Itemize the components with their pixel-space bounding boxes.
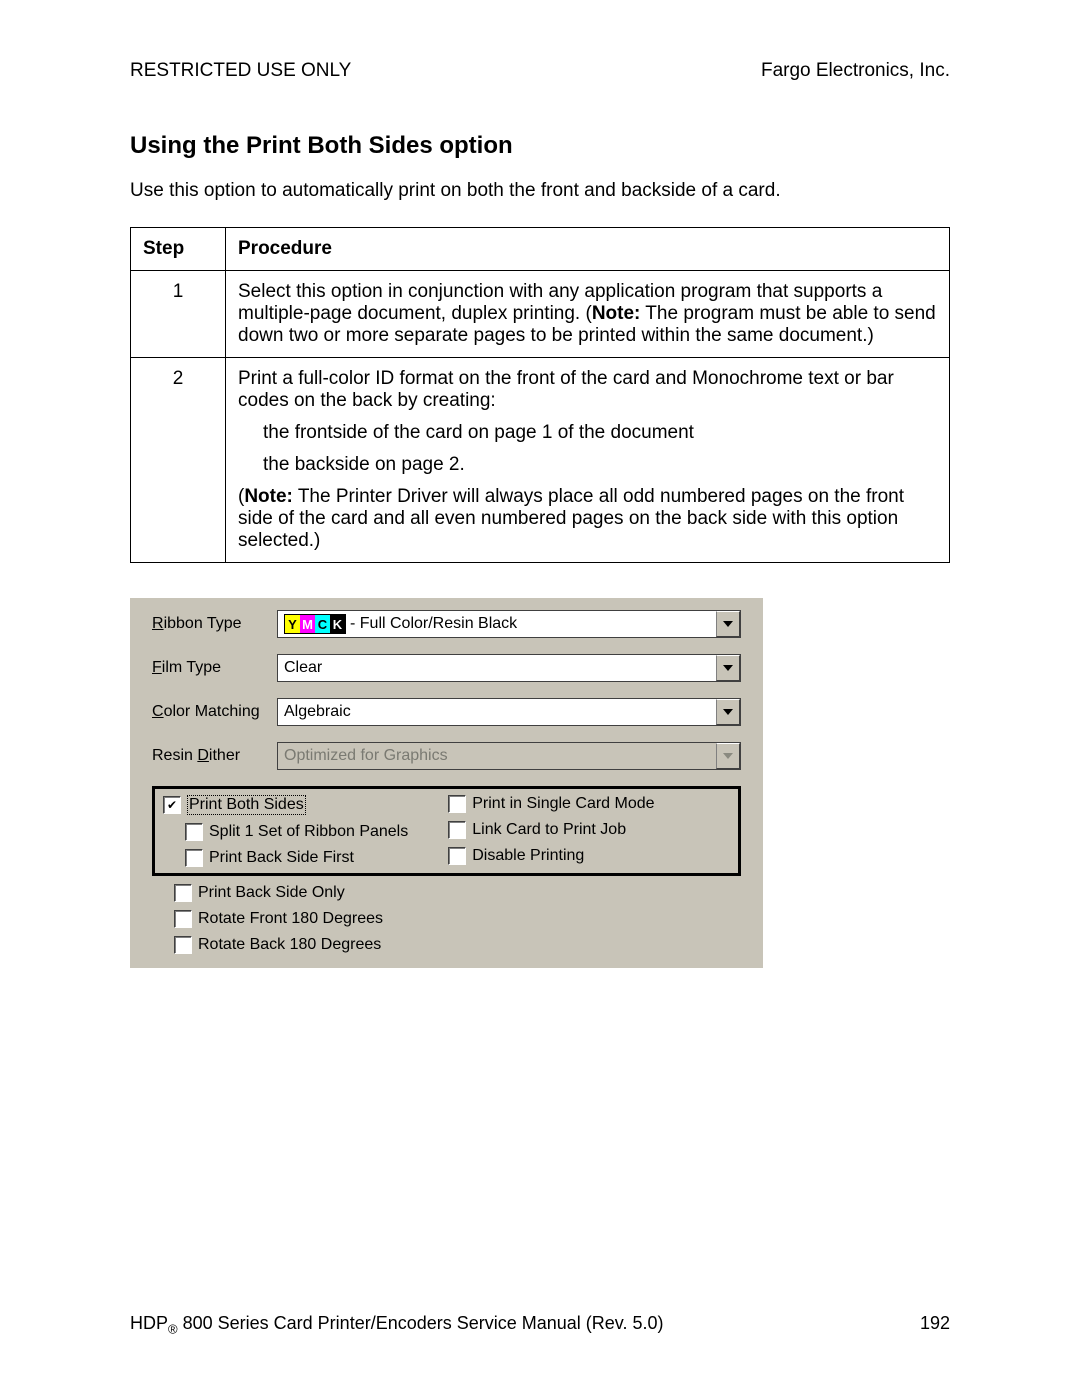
step-number: 1 [131,271,226,358]
color-matching-label: Color Matching [152,703,277,721]
header-left: RESTRICTED USE ONLY [130,60,351,82]
label-text: ilm Type [162,659,221,676]
label-text: Link Card to Print Job [472,821,626,839]
note-label: Note: [592,303,641,324]
checkbox-icon [448,795,466,813]
print-back-side-only-checkbox[interactable]: Print Back Side Only [174,884,741,902]
label-text: Rot [198,936,223,953]
checkbox-icon [174,936,192,954]
table-row: 2 Print a full-color ID format on the fr… [131,358,950,563]
page-number: 192 [920,1313,950,1337]
accel-char: e [236,910,245,927]
accel-char: a [223,936,232,953]
label-text: Rotat [198,910,236,927]
print-both-sides-checkbox[interactable]: ✔ Print Both Sides [163,795,408,815]
chevron-down-icon[interactable] [716,699,740,725]
label-text: ither [209,747,240,764]
label-text: ibbon Type [164,615,242,632]
resin-dither-label: Resin Dither [152,747,277,765]
accel-char: R [152,615,164,632]
label-text: rint Both Sides [200,796,304,813]
checkbox-icon [448,821,466,839]
footer-left: HDP® 800 Series Card Printer/Encoders Se… [130,1313,664,1337]
label-text: te Back 180 Degrees [232,936,381,953]
print-single-card-mode-checkbox[interactable]: Print in Single Card Mode [448,795,654,813]
ymck-k: K [330,615,345,633]
proc-bullet: the frontside of the card on page 1 of t… [238,422,937,444]
chevron-down-icon[interactable] [716,611,740,637]
ymck-m: M [300,615,315,633]
accel-char: D [197,747,209,764]
note-label: Note: [244,486,293,507]
ymck-swatch-icon: Y M C K [284,614,346,634]
label-text: olor Matching [164,703,260,720]
combo-value: Algebraic [278,699,716,725]
split-ribbon-panels-checkbox[interactable]: Split 1 Set of Ribbon Panels [185,823,408,841]
rotate-back-180-checkbox[interactable]: Rotate Back 180 Degrees [174,936,741,954]
combo-value: Clear [278,655,716,681]
chevron-down-icon [716,743,740,769]
registered-icon: ® [168,1322,178,1337]
step-procedure: Print a full-color ID format on the fron… [226,358,950,563]
accel-char: F [152,659,162,676]
checkbox-icon [448,847,466,865]
header-right: Fargo Electronics, Inc. [761,60,950,82]
ymck-y: Y [285,615,300,633]
proc-text: Print a full-color ID format on the fron… [238,368,937,412]
procedure-table: Step Procedure 1 Select this option in c… [130,227,950,563]
color-matching-combobox[interactable]: Algebraic [277,698,741,726]
label-text: Front 180 Degrees [245,910,383,927]
proc-text: The Printer Driver will always place all… [238,486,904,551]
footer-text: HDP [130,1313,168,1333]
highlighted-group: ✔ Print Both Sides Split 1 Set of Ribbon… [152,786,741,876]
combo-value: Optimized for Graphics [278,743,716,769]
resin-dither-combobox: Optimized for Graphics [277,742,741,770]
checkbox-icon [174,910,192,928]
accel-char: F [323,849,333,866]
footer-text: 800 Series Card Printer/Encoders Service… [178,1313,664,1333]
printer-options-dialog: Ribbon Type Y M C K - Full Color/Resin B… [130,598,763,968]
checkbox-icon: ✔ [163,796,181,814]
label-text: Print Back Side [209,849,323,866]
step-number: 2 [131,358,226,563]
accel-char: C [152,703,164,720]
link-card-to-print-job-checkbox[interactable]: Link Card to Print Job [448,821,654,839]
accel-char: B [235,884,246,901]
rotate-front-180-checkbox[interactable]: Rotate Front 180 Degrees [174,910,741,928]
label-text: Print in Single Card Mode [472,795,654,813]
label-text: ack Side Only [246,884,345,901]
col-procedure: Procedure [226,228,950,271]
label-text: Print [198,884,235,901]
table-row: 1 Select this option in conjunction with… [131,271,950,358]
checkbox-icon [185,849,203,867]
combo-text: - Full Color/Resin Black [350,615,517,633]
film-type-label: Film Type [152,659,277,677]
print-back-side-first-checkbox[interactable]: Print Back Side First [185,849,408,867]
checkbox-icon [174,884,192,902]
label-text: isable Printing [484,847,585,864]
proc-bullet: the backside on page 2. [238,454,937,476]
label-text: irst [333,849,354,866]
ymck-c: C [315,615,330,633]
film-type-combobox[interactable]: Clear [277,654,741,682]
disable-printing-checkbox[interactable]: Disable Printing [448,847,654,865]
combo-value: Y M C K - Full Color/Resin Black [278,611,716,637]
ribbon-type-combobox[interactable]: Y M C K - Full Color/Resin Black [277,610,741,638]
step-procedure: Select this option in conjunction with a… [226,271,950,358]
section-intro: Use this option to automatically print o… [130,180,950,202]
checkbox-icon [185,823,203,841]
col-step: Step [131,228,226,271]
accel-char: S [209,823,220,840]
ribbon-type-label: Ribbon Type [152,615,277,633]
section-title: Using the Print Both Sides option [130,132,950,160]
chevron-down-icon[interactable] [716,655,740,681]
label-text: Resin [152,747,197,764]
accel-char: P [189,796,200,813]
label-text: plit 1 Set of Ribbon Panels [220,823,409,840]
accel-char: D [472,847,484,864]
